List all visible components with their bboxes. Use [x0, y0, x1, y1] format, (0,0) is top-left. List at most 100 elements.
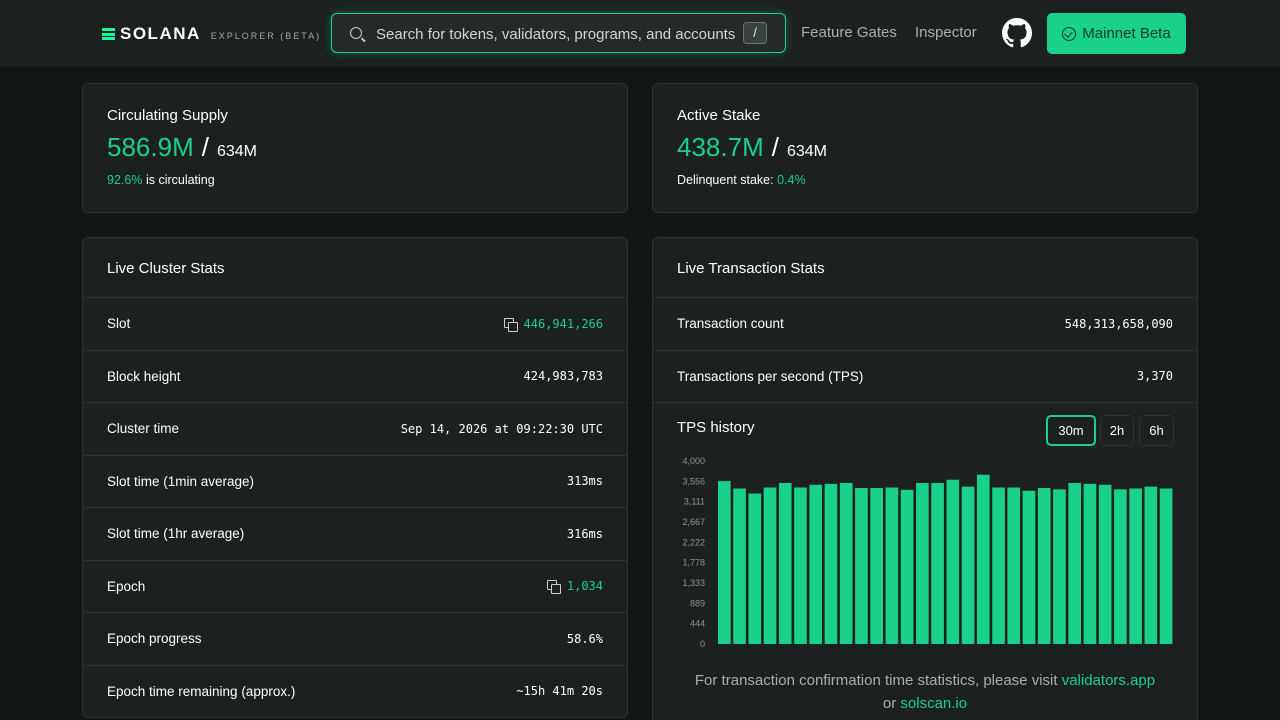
stat-value-text: 313ms [566, 474, 603, 489]
tps-bar[interactable] [916, 482, 929, 644]
supply-percent-line: 92.6% is circulating [107, 173, 215, 187]
tps-bar[interactable] [931, 482, 944, 644]
stat-value: 548,313,658,090 [1064, 316, 1173, 331]
y-tick-label: 4,000 [682, 456, 705, 466]
copy-icon[interactable] [503, 317, 518, 332]
cluster-stats-list: Slot 446,941,266 Block height 424,983,783 Cl… [83, 298, 627, 718]
tps-bar[interactable] [885, 487, 899, 644]
tps-bar[interactable] [961, 486, 975, 644]
stat-value: 3,370 [1136, 369, 1173, 384]
stat-label: Slot [107, 316, 131, 332]
solana-logo[interactable]: SOLANA EXPLORER (BETA) [102, 24, 321, 44]
supply-values: 586.9M / 634M [107, 132, 257, 163]
tps-bar[interactable] [1159, 488, 1173, 644]
tps-bar[interactable] [839, 482, 853, 644]
stat-label: Slot time (1hr average) [107, 526, 245, 542]
cluster-stat-row: Slot time (1hr average) 316ms [83, 508, 627, 561]
search-box[interactable]: / [331, 13, 786, 53]
stat-label: Epoch time remaining (approx.) [107, 683, 296, 699]
y-tick-label: 3,111 [684, 497, 705, 507]
tps-bar[interactable] [1068, 482, 1081, 644]
delinquent-value: 0.4% [777, 173, 806, 187]
tps-bar[interactable] [824, 483, 838, 644]
logo-subtitle: EXPLORER (BETA) [210, 30, 322, 41]
tps-bar[interactable] [733, 488, 746, 644]
supply-separator: / [201, 132, 209, 162]
stake-values: 438.7M / 634M [677, 132, 827, 163]
supply-percent: 92.6% [107, 173, 143, 187]
tps-bar[interactable] [900, 489, 914, 644]
nav-feature-gates[interactable]: Feature Gates [801, 24, 897, 41]
stat-value: 313ms [567, 474, 603, 488]
stake-separator: / [771, 132, 779, 162]
live-cluster-stats-card: Live Cluster Stats Slot 446,941,266 Block … [82, 237, 628, 718]
search-input[interactable] [376, 22, 736, 46]
stat-value-text: 58.6% [566, 631, 603, 646]
stat-label: Block height [107, 368, 181, 384]
cluster-stats-title: Live Cluster Stats [83, 238, 627, 298]
tps-bar[interactable] [946, 479, 960, 644]
delinquent-label: Delinquent stake: [677, 173, 774, 187]
footnote-text: For transaction confirmation time statis… [694, 672, 1058, 689]
stat-label: Cluster time [107, 421, 180, 437]
tps-bar[interactable] [1007, 487, 1021, 644]
footnote-or: or [882, 695, 897, 712]
network-select-button[interactable]: Mainnet Beta [1047, 13, 1186, 54]
solana-logo-icon [102, 27, 116, 41]
tps-bar[interactable] [855, 487, 868, 644]
tps-bar[interactable] [1098, 484, 1112, 644]
supply-title: Circulating Supply [107, 107, 228, 124]
stat-label: Transactions per second (TPS) [677, 368, 864, 384]
tps-bar[interactable] [748, 493, 762, 644]
y-tick-label: 444 [690, 619, 705, 629]
stat-label: Epoch [107, 578, 146, 594]
stat-value[interactable]: 446,941,266 [503, 317, 603, 332]
range-30m-button[interactable]: 30m [1046, 415, 1096, 446]
tps-bar[interactable] [1129, 488, 1142, 644]
stat-value-text: Sep 14, 2026 at 09:22:30 UTC [400, 421, 603, 436]
transaction-stat-row: Transactions per second (TPS) 3,370 [653, 351, 1197, 403]
tps-bar[interactable] [718, 481, 731, 644]
tps-bar[interactable] [794, 487, 807, 644]
stat-value-text: 424,983,783 [523, 369, 603, 384]
tps-bar[interactable] [763, 487, 777, 644]
search-icon [350, 27, 362, 39]
stat-value-text: ~15h 41m 20s [516, 684, 603, 699]
cluster-stat-row: Cluster time Sep 14, 2026 at 09:22:30 UTC [83, 403, 627, 456]
stat-value: 316ms [567, 527, 603, 541]
github-icon[interactable] [1002, 18, 1032, 48]
tps-bar[interactable] [992, 487, 1005, 644]
nav-inspector[interactable]: Inspector [915, 24, 977, 41]
solscan-link[interactable]: solscan.io [900, 695, 967, 712]
cluster-stat-row: Epoch time remaining (approx.) ~15h 41m 2… [83, 666, 627, 718]
logo-text: SOLANA [120, 24, 201, 43]
tps-bar[interactable] [1022, 490, 1036, 644]
tps-bar[interactable] [1083, 483, 1097, 644]
stat-value: 58.6% [567, 632, 603, 646]
range-2h-button[interactable]: 2h [1100, 415, 1134, 446]
copy-icon[interactable] [546, 580, 561, 595]
tps-bar[interactable] [1053, 489, 1066, 644]
tps-bar[interactable] [1114, 489, 1127, 644]
stat-value-text: 316ms [566, 526, 603, 541]
stat-value: 424,983,783 [524, 369, 603, 383]
range-6h-button[interactable]: 6h [1139, 415, 1174, 446]
stat-label: Transaction count [677, 316, 784, 332]
y-tick-label: 1,333 [682, 578, 705, 588]
stake-total: 634M [786, 143, 827, 160]
tps-bar[interactable] [1037, 487, 1051, 644]
tps-bar[interactable] [1144, 486, 1158, 644]
live-transaction-stats-card: Live Transaction Stats Transaction count… [652, 237, 1198, 720]
stat-value[interactable]: 1,034 [546, 579, 603, 595]
tps-bar[interactable] [809, 484, 823, 644]
cluster-stat-row: Epoch progress 58.6% [83, 613, 627, 666]
validators-app-link[interactable]: validators.app [1062, 672, 1155, 689]
y-tick-label: 889 [690, 598, 705, 608]
stake-title: Active Stake [677, 107, 761, 124]
tps-bar[interactable] [870, 487, 883, 644]
tps-bar[interactable] [976, 474, 990, 644]
transaction-stats-title: Live Transaction Stats [653, 238, 1197, 298]
cluster-stat-row: Block height 424,983,783 [83, 351, 627, 403]
cluster-stat-row: Slot time (1min average) 313ms [83, 456, 627, 508]
tps-bar[interactable] [778, 482, 792, 644]
